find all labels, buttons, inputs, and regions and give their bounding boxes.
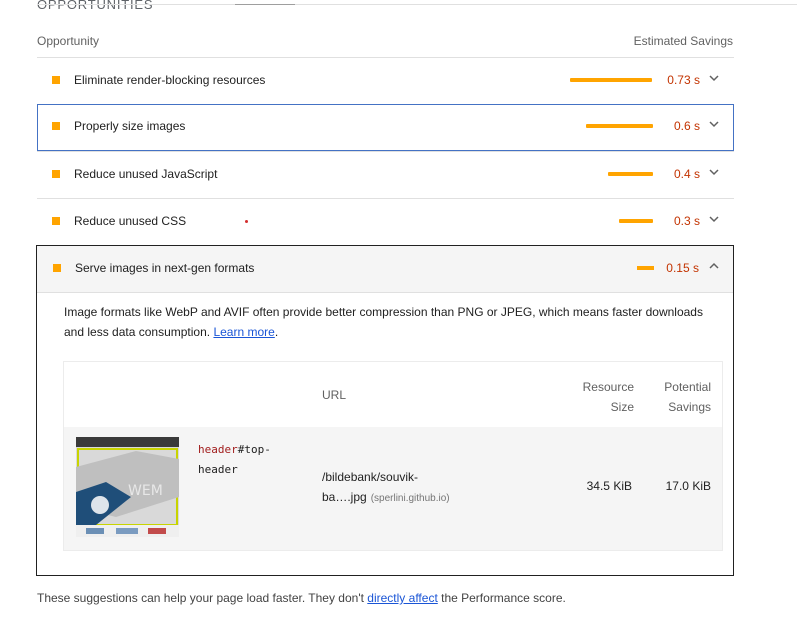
thumbnail-image: WEM xyxy=(76,437,179,537)
footer-text: These suggestions can help your page loa… xyxy=(37,591,368,605)
audit-title: Properly size images xyxy=(74,119,186,133)
savings-value: 0.15 s xyxy=(666,261,699,275)
audit-header[interactable]: Serve images in next-gen formats 0.15 s xyxy=(37,246,733,293)
audit-description: Image formats like WebP and AVIF often p… xyxy=(64,302,714,342)
savings-column-label: Estimated Savings xyxy=(633,34,733,48)
warning-square-icon xyxy=(53,264,61,272)
footer-note: These suggestions can help your page loa… xyxy=(37,591,566,605)
warning-square-icon xyxy=(52,217,60,225)
chevron-down-icon[interactable] xyxy=(708,213,720,225)
chevron-down-icon[interactable] xyxy=(708,118,720,130)
section-title: OPPORTUNITIES xyxy=(37,0,154,12)
url-cell[interactable]: /bildebank/souvik- ba….jpg (sperlini.gith… xyxy=(322,467,450,509)
chevron-down-icon[interactable] xyxy=(708,166,720,178)
opportunity-column-label: Opportunity xyxy=(37,34,100,48)
savings-value: 0.6 s xyxy=(673,119,700,133)
table-header: URL Resource Size Potential Savings xyxy=(64,362,722,427)
details-table: URL Resource Size Potential Savings WEM … xyxy=(63,361,723,551)
column-header: Opportunity Estimated Savings xyxy=(37,34,734,58)
divider xyxy=(37,4,797,5)
period: . xyxy=(274,325,279,339)
audit-next-gen-formats: Serve images in next-gen formats 0.15 s … xyxy=(36,245,734,576)
warning-square-icon xyxy=(52,76,60,84)
resource-size-column-header: Resource Size xyxy=(564,377,634,417)
audit-title: Reduce unused CSS xyxy=(74,214,187,228)
footer-text: the Performance score. xyxy=(437,591,566,605)
table-row[interactable]: WEM header#top- header /bildebank/souvik… xyxy=(64,427,722,550)
learn-more-link[interactable]: Learn more xyxy=(213,325,274,339)
audit-render-blocking[interactable]: Eliminate render-blocking resources 0.73… xyxy=(37,57,734,104)
directly-affect-link[interactable]: directly affect xyxy=(367,591,437,605)
chevron-up-icon[interactable] xyxy=(708,260,720,272)
audit-title: Eliminate render-blocking resources xyxy=(74,73,266,87)
savings-value: 0.3 s xyxy=(673,214,700,228)
warning-square-icon xyxy=(52,170,60,178)
node-id: header xyxy=(198,463,238,476)
image-thumbnail[interactable]: WEM xyxy=(76,437,179,537)
audit-title: Serve images in next-gen formats xyxy=(75,261,255,275)
url-text: /bildebank/souvik- xyxy=(322,470,419,484)
savings-bar xyxy=(637,266,654,270)
url-origin: (sperlini.github.io) xyxy=(370,493,450,504)
audit-unused-css[interactable]: Reduce unused CSS 0.3 s xyxy=(37,198,734,245)
node-id: #top- xyxy=(237,443,271,456)
url-text: ba….jpg xyxy=(322,490,367,504)
description-text: Image formats like WebP and AVIF often p… xyxy=(64,305,703,339)
url-column-header: URL xyxy=(322,388,347,402)
savings-value: 0.73 s xyxy=(667,73,700,87)
potential-savings-column-header: Potential Savings xyxy=(639,377,711,417)
audit-title: Reduce unused JavaScript xyxy=(74,167,218,181)
node-selector[interactable]: header#top- header xyxy=(198,440,288,480)
node-tag: header xyxy=(198,443,238,456)
savings-bar xyxy=(619,219,653,223)
header-line: Size xyxy=(610,400,634,414)
audit-properly-size-images[interactable]: Properly size images 0.6 s xyxy=(37,104,734,151)
svg-text:WEM: WEM xyxy=(128,483,163,499)
savings-value: 0.4 s xyxy=(673,167,700,181)
divider xyxy=(235,4,295,5)
savings-bar xyxy=(586,124,653,128)
savings-bar xyxy=(608,172,653,176)
audit-unused-javascript[interactable]: Reduce unused JavaScript 0.4 s xyxy=(37,151,734,198)
resource-size-cell: 34.5 KiB xyxy=(586,479,632,493)
header-line: Savings xyxy=(668,400,711,414)
cursor-dot xyxy=(245,220,248,223)
lighthouse-report: OPPORTUNITIES Opportunity Estimated Savi… xyxy=(0,0,798,619)
header-line: Potential xyxy=(664,380,711,394)
potential-savings-cell: 17.0 KiB xyxy=(665,479,711,493)
savings-bar xyxy=(570,78,652,82)
chevron-down-icon[interactable] xyxy=(708,72,720,84)
header-line: Resource xyxy=(582,380,634,394)
warning-square-icon xyxy=(52,122,60,130)
